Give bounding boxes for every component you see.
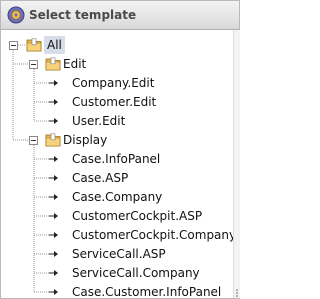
folder-open-icon — [45, 57, 61, 71]
group-collapse-toggle-edit[interactable] — [29, 60, 38, 69]
template-list-item[interactable]: ServiceCall.ASP — [72, 245, 166, 263]
arrow-right-icon — [49, 193, 59, 201]
template-list-item[interactable]: Customer.Edit — [72, 93, 156, 111]
template-list-item[interactable]: Company.Edit — [72, 74, 154, 92]
arrow-right-icon — [49, 98, 59, 106]
template-list-item[interactable]: User.Edit — [72, 112, 125, 130]
vertical-scrollbar[interactable] — [233, 30, 240, 298]
tree-root-all[interactable]: All — [44, 36, 65, 54]
template-list-item[interactable]: ServiceCall.Company — [72, 264, 200, 282]
arrow-right-icon — [49, 250, 59, 258]
scroll-grip-icon — [236, 289, 238, 297]
group-collapse-toggle-display[interactable] — [29, 136, 38, 145]
arrow-right-icon — [49, 231, 59, 239]
root-collapse-toggle[interactable] — [9, 41, 18, 50]
arrow-right-icon — [49, 174, 59, 182]
template-list-item[interactable]: CustomerCockpit.Company — [72, 226, 233, 244]
dialog-title: Select template — [29, 8, 137, 22]
template-gear-icon — [7, 6, 25, 24]
folder-open-icon — [45, 133, 61, 147]
template-list-item[interactable]: Case.InfoPanel — [72, 150, 160, 168]
arrow-right-icon — [49, 79, 59, 87]
select-template-dialog: Select template All Edit Company.Edit Custo… — [0, 0, 240, 299]
template-tree: All Edit Company.Edit Customer.Edit User.Edi… — [1, 30, 233, 298]
arrow-right-icon — [49, 288, 59, 296]
template-list-item[interactable]: Case.ASP — [72, 169, 128, 187]
tree-group-display[interactable]: Display — [63, 131, 107, 149]
template-list-item[interactable]: Case.Company — [72, 188, 162, 206]
arrow-right-icon — [49, 155, 59, 163]
template-list-item[interactable]: Case.Customer.InfoPanel — [72, 283, 221, 298]
dialog-title-bar: Select template — [1, 1, 239, 30]
tree-group-edit[interactable]: Edit — [63, 55, 86, 73]
arrow-right-icon — [49, 269, 59, 277]
arrow-right-icon — [49, 212, 59, 220]
arrow-right-icon — [49, 117, 59, 125]
template-list-item[interactable]: CustomerCockpit.ASP — [72, 207, 202, 225]
folder-open-icon — [26, 38, 42, 52]
